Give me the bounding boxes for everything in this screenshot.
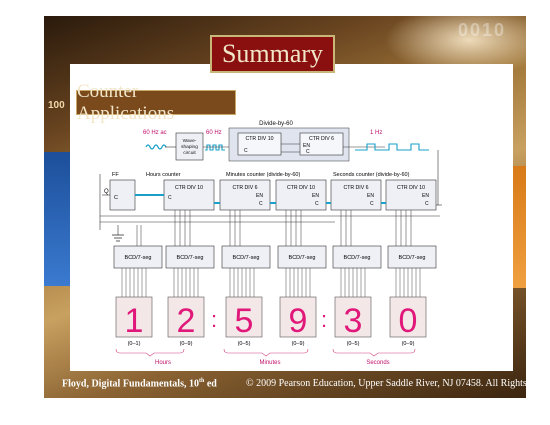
group-minutes: Minutes xyxy=(259,360,280,366)
minutes-bracket xyxy=(223,348,309,357)
hours-tens-decoder-label: BCD/7-seg xyxy=(125,255,152,261)
digit-minutes-units: 9 xyxy=(289,302,308,340)
seconds-ctr10-label: CTR DIV 10 xyxy=(397,185,425,191)
digit-seconds-tens: 3 xyxy=(344,302,363,340)
minutes-ctr6-en: EN xyxy=(256,193,263,199)
footer-right: © 2009 Pearson Education, Upper Saddle R… xyxy=(246,378,550,389)
minutes-tens-decoder-label: BCD/7-seg xyxy=(233,255,260,261)
ff-c: C xyxy=(114,195,118,201)
pulse-wave xyxy=(205,144,225,151)
range-hours-units: (0–9) xyxy=(180,341,193,347)
hours-ctr10-label: CTR DIV 10 xyxy=(175,185,203,191)
q-label: Q xyxy=(104,189,109,195)
group-hours: Hours xyxy=(155,360,171,366)
digit-seconds-units: 0 xyxy=(399,302,418,340)
hours-bracket xyxy=(115,348,185,357)
minutes-counter-label: Minutes counter (divide-by-60) xyxy=(226,172,300,178)
footer-left: Floyd, Digital Fundamentals, 10th ed xyxy=(62,378,217,389)
waveshaping-label-1: Wave- xyxy=(183,138,197,144)
seconds-ctr10-en: EN xyxy=(422,193,429,199)
digital-clock-diagram: 60 Hz ac Wave- shaping circuit 60 Hz Div… xyxy=(99,121,442,366)
seconds-counter-label: Seconds counter (divide-by-60) xyxy=(333,172,410,178)
range-minutes-units: (0–9) xyxy=(292,341,305,347)
minutes-ctr6-label: CTR DIV 6 xyxy=(232,185,257,191)
segment-wires xyxy=(121,268,421,297)
divide-label: Divide-by-60 xyxy=(259,121,293,127)
seconds-ctr6-label: CTR DIV 6 xyxy=(343,185,368,191)
sine-wave xyxy=(145,144,167,150)
colon-2: : xyxy=(321,307,327,332)
out-label: 1 Hz xyxy=(370,130,382,136)
pulse-label: 60 Hz xyxy=(206,130,222,136)
range-hours-tens: (0–1) xyxy=(128,341,141,347)
input-label: 60 Hz ac xyxy=(143,130,167,136)
minutes-ctr10-en: EN xyxy=(312,193,319,199)
ff-label: FF xyxy=(112,172,119,178)
seconds-units-decoder-label: BCD/7-seg xyxy=(399,255,426,261)
top-ctr10-label: CTR DIV 10 xyxy=(246,136,274,142)
footer-left-end: ed xyxy=(204,378,217,390)
slide: 100 0010 Summary Counter Applications 60… xyxy=(0,0,550,425)
hours-units-decoder-label: BCD/7-seg xyxy=(177,255,204,261)
range-seconds-units: (0–9) xyxy=(402,341,415,347)
top-ctr6-label: CTR DIV 6 xyxy=(309,136,334,142)
digit-hours-units: 2 xyxy=(177,302,196,340)
seconds-ctr6-c: C xyxy=(370,201,374,207)
hours-counter-label: Hours counter xyxy=(146,172,181,178)
range-minutes-tens: (0–5) xyxy=(238,341,251,347)
range-seconds-tens: (0–5) xyxy=(347,341,360,347)
seconds-tens-decoder-label: BCD/7-seg xyxy=(344,255,371,261)
minutes-ctr10-label: CTR DIV 10 xyxy=(287,185,315,191)
seconds-ctr10-c: C xyxy=(425,201,429,207)
seconds-bracket xyxy=(332,348,416,357)
minutes-ctr6-c: C xyxy=(259,201,263,207)
top-ctr6-c: C xyxy=(306,149,310,155)
hours-ctr10-c: C xyxy=(168,195,172,201)
top-ctr10-c: C xyxy=(244,148,248,154)
footer-left-main: Floyd, Digital Fundamentals, 10 xyxy=(62,378,199,390)
bcd-bus xyxy=(136,210,412,246)
waveshaping-label-3: circuit xyxy=(183,150,196,156)
digit-hours-tens: 1 xyxy=(125,302,144,340)
minutes-ctr10-c: C xyxy=(315,201,319,207)
digit-minutes-tens: 5 xyxy=(235,302,254,340)
seconds-ctr6-en: EN xyxy=(367,193,374,199)
colon-1: : xyxy=(211,307,217,332)
group-seconds: Seconds xyxy=(366,360,389,366)
minutes-units-decoder-label: BCD/7-seg xyxy=(289,255,316,261)
waveshaping-label-2: shaping xyxy=(181,144,198,150)
